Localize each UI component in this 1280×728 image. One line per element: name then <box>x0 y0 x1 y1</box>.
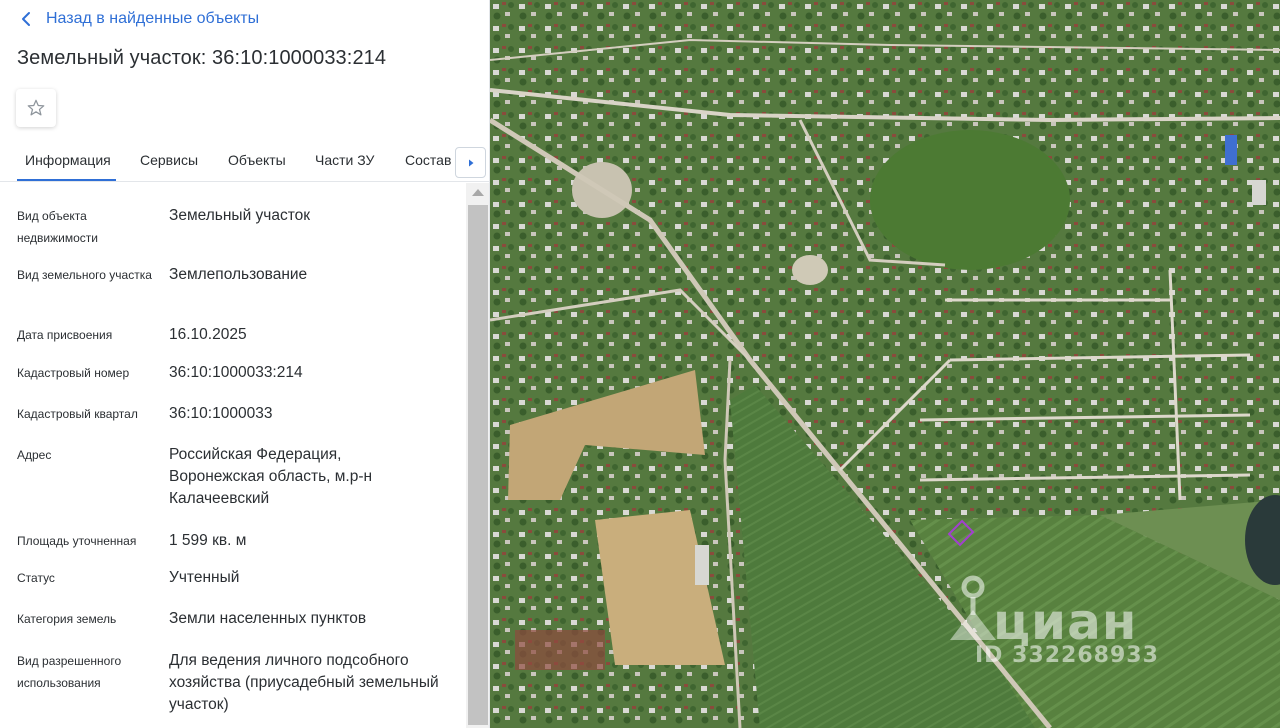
info-value: Российская Федерация, Воронежская област… <box>169 446 373 507</box>
info-label: Категория земель <box>17 612 117 626</box>
star-outline-icon <box>27 99 45 116</box>
tab-composition[interactable]: Состав <box>405 152 451 168</box>
info-value: 36:10:1000033 <box>169 405 273 422</box>
info-label: Площадь уточненная <box>17 534 137 548</box>
info-label: Кадастровый квартал <box>17 407 138 421</box>
info-list: Вид объекта недвижимости Земельный участ… <box>0 183 466 728</box>
active-tab-indicator <box>17 179 116 181</box>
tab-parcel-parts[interactable]: Части ЗУ <box>315 152 374 168</box>
page-title: Земельный участок: 36:10:1000033:214 <box>17 47 387 69</box>
info-value: Учтенный <box>169 569 240 586</box>
tabs-scroll-right-button[interactable] <box>455 147 486 178</box>
info-value: Землепользование <box>169 266 308 283</box>
info-label: Статус <box>17 571 55 585</box>
info-value: 36:10:1000033:214 <box>169 364 303 381</box>
info-label: Вид объекта недвижимости <box>17 209 98 245</box>
tab-bar: Информация Сервисы Объекты Части ЗУ Сост… <box>0 142 489 182</box>
favorite-button[interactable] <box>16 89 56 127</box>
tab-objects[interactable]: Объекты <box>228 152 286 168</box>
caret-right-icon <box>468 159 473 166</box>
info-label: Вид разрешенного использования <box>17 654 122 690</box>
info-label: Вид земельного участка <box>17 268 152 282</box>
tab-services[interactable]: Сервисы <box>140 152 198 168</box>
chevron-left-icon <box>22 12 30 26</box>
info-label: Дата присвоения <box>17 328 113 342</box>
info-label: Кадастровый номер <box>17 366 130 380</box>
info-value: Земли населенных пунктов <box>169 610 367 627</box>
scroll-up-arrow-icon[interactable] <box>472 189 484 196</box>
satellite-map[interactable]: циан ID 332268933 <box>490 0 1280 728</box>
scroll-thumb[interactable] <box>468 205 488 725</box>
info-scrollbar[interactable] <box>466 183 489 728</box>
watermark-id: ID 332268933 <box>975 643 1159 668</box>
back-link[interactable]: Назад в найденные объекты <box>18 8 259 30</box>
info-value: Для ведения личного подсобного хозяйства… <box>169 652 439 713</box>
info-panel: Назад в найденные объекты Земельный учас… <box>0 0 490 728</box>
tab-information[interactable]: Информация <box>25 152 111 168</box>
info-value: 16.10.2025 <box>169 326 247 343</box>
info-value: 1 599 кв. м <box>169 532 247 549</box>
back-link-label[interactable]: Назад в найденные объекты <box>46 10 259 28</box>
info-label: Адрес <box>17 448 52 462</box>
satellite-imagery <box>490 0 1280 728</box>
info-value: Земельный участок <box>169 207 311 224</box>
